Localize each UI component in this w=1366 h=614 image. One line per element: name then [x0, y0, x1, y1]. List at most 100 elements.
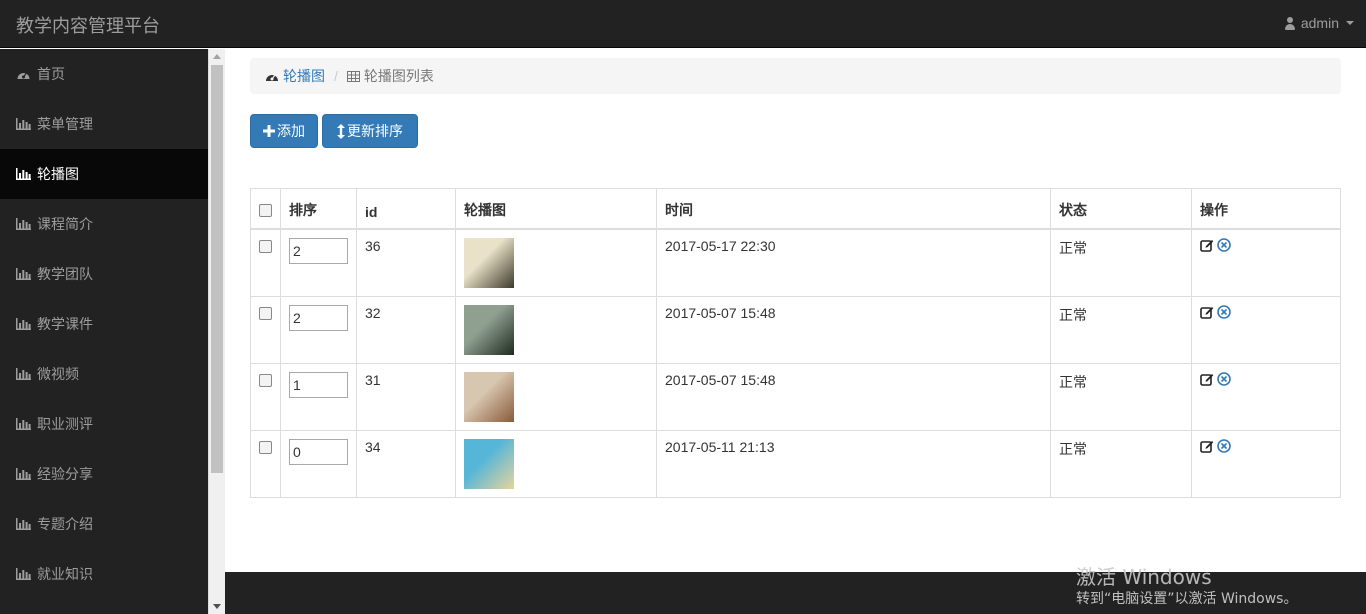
row-select-cell	[250, 228, 281, 297]
carousel-table: 排序 id 轮播图 时间 状态 操作 36 2017-05-17 22:30 正…	[250, 188, 1341, 498]
user-menu[interactable]: admin	[1284, 15, 1354, 31]
sidebar-item[interactable]: 教学课件	[0, 299, 208, 349]
sidebar-item[interactable]: 微视频	[0, 349, 208, 399]
sidebar-item[interactable]: 菜单管理	[0, 99, 208, 149]
add-button[interactable]: 添加	[250, 114, 318, 148]
top-navbar: 教学内容管理平台 admin	[0, 0, 1366, 48]
edit-icon[interactable]	[1200, 439, 1214, 453]
order-cell	[280, 295, 357, 364]
sidebar-item-label: 职业测评	[37, 416, 93, 432]
order-input[interactable]	[289, 304, 348, 331]
status-cell: 正常	[1050, 228, 1192, 297]
order-cell	[280, 429, 357, 498]
slide-thumbnail[interactable]	[464, 237, 514, 288]
order-input[interactable]	[289, 371, 348, 398]
order-cell	[280, 228, 357, 297]
sidebar-item[interactable]: 轮播图	[0, 149, 208, 199]
sidebar-item[interactable]: 经验分享	[0, 449, 208, 499]
slide-thumbnail[interactable]	[464, 304, 514, 355]
user-name: admin	[1300, 15, 1339, 31]
slide-thumbnail[interactable]	[464, 371, 514, 422]
edit-icon[interactable]	[1200, 238, 1214, 252]
delete-circle-icon[interactable]	[1217, 237, 1231, 252]
app-title[interactable]: 教学内容管理平台	[16, 12, 160, 38]
dashboard-icon	[17, 72, 30, 79]
actions-cell	[1191, 362, 1341, 431]
bar-chart-icon	[16, 118, 31, 130]
bar-chart-icon	[16, 468, 31, 480]
sidebar-item[interactable]: 职业测评	[0, 399, 208, 449]
column-header-id: id	[356, 188, 456, 230]
row-select-cell	[250, 362, 281, 431]
select-all-cell	[250, 188, 281, 230]
breadcrumb-separator: /	[334, 68, 338, 84]
row-checkbox[interactable]	[259, 306, 272, 320]
sidebar-item-label: 教学团队	[37, 266, 93, 282]
sidebar-item-label: 轮播图	[37, 166, 79, 182]
time-cell: 2017-05-11 21:13	[656, 429, 1051, 498]
bar-chart-icon	[16, 318, 31, 330]
user-icon	[1284, 16, 1296, 30]
actions-cell	[1191, 295, 1341, 364]
id-cell: 31	[356, 362, 456, 431]
column-header-order: 排序	[280, 188, 357, 230]
edit-icon[interactable]	[1200, 305, 1214, 319]
dashboard-icon	[266, 74, 278, 81]
actions-cell	[1191, 429, 1341, 498]
sidebar-item-label: 就业知识	[37, 566, 93, 582]
update-sort-button[interactable]: 更新排序	[322, 114, 418, 148]
scrollbar-thumb[interactable]	[211, 65, 223, 473]
scroll-up-arrow-icon[interactable]	[213, 54, 221, 59]
sidebar-scrollbar[interactable]	[208, 49, 225, 614]
row-checkbox[interactable]	[259, 239, 272, 253]
slide-thumbnail[interactable]	[464, 438, 514, 489]
sidebar: 首页菜单管理轮播图课程简介教学团队教学课件微视频职业测评经验分享专题介绍就业知识	[0, 49, 208, 614]
edit-icon[interactable]	[1200, 372, 1214, 386]
bar-chart-icon	[16, 368, 31, 380]
image-cell	[455, 228, 657, 297]
delete-circle-icon[interactable]	[1217, 371, 1231, 386]
windows-activation-hint: 转到“电脑设置”以激活 Windows。	[1076, 591, 1298, 607]
id-cell: 34	[356, 429, 456, 498]
status-cell: 正常	[1050, 295, 1192, 364]
scroll-down-arrow-icon[interactable]	[213, 604, 221, 609]
id-cell: 36	[356, 228, 456, 297]
sidebar-item[interactable]: 教学团队	[0, 249, 208, 299]
bar-chart-icon	[16, 168, 31, 180]
status-cell: 正常	[1050, 362, 1192, 431]
time-cell: 2017-05-07 15:48	[656, 295, 1051, 364]
table-row: 34 2017-05-11 21:13 正常	[250, 429, 1341, 498]
breadcrumb-current: 轮播图列表	[346, 66, 434, 86]
bar-chart-icon	[16, 518, 31, 530]
sidebar-item[interactable]: 专题介绍	[0, 499, 208, 549]
vertical-resize-icon	[337, 123, 345, 139]
sidebar-item[interactable]: 就业知识	[0, 549, 208, 599]
breadcrumb-link[interactable]: 轮播图	[265, 66, 325, 86]
row-checkbox[interactable]	[259, 440, 272, 454]
table-row: 32 2017-05-07 15:48 正常	[250, 295, 1341, 364]
column-header-actions: 操作	[1191, 188, 1341, 230]
delete-circle-icon[interactable]	[1217, 438, 1231, 453]
table-row: 31 2017-05-07 15:48 正常	[250, 362, 1341, 431]
time-cell: 2017-05-17 22:30	[656, 228, 1051, 297]
breadcrumb: 轮播图 / 轮播图列表	[250, 58, 1341, 94]
status-cell: 正常	[1050, 429, 1192, 498]
table-icon	[346, 70, 360, 82]
caret-down-icon	[1346, 21, 1354, 25]
image-cell	[455, 429, 657, 498]
sidebar-item[interactable]: 课程简介	[0, 199, 208, 249]
row-checkbox[interactable]	[259, 373, 272, 387]
sidebar-item-label: 课程简介	[37, 216, 93, 232]
select-all-checkbox[interactable]	[259, 203, 272, 217]
column-header-time: 时间	[656, 188, 1051, 230]
order-input[interactable]	[289, 438, 348, 465]
order-input[interactable]	[289, 237, 348, 264]
sidebar-item-label: 经验分享	[37, 466, 93, 482]
sidebar-item-label: 教学课件	[37, 316, 93, 332]
sidebar-item-label: 微视频	[37, 366, 79, 382]
column-header-status: 状态	[1050, 188, 1192, 230]
delete-circle-icon[interactable]	[1217, 304, 1231, 319]
sidebar-item-label: 菜单管理	[37, 116, 93, 132]
sidebar-item[interactable]: 首页	[0, 49, 208, 99]
id-cell: 32	[356, 295, 456, 364]
